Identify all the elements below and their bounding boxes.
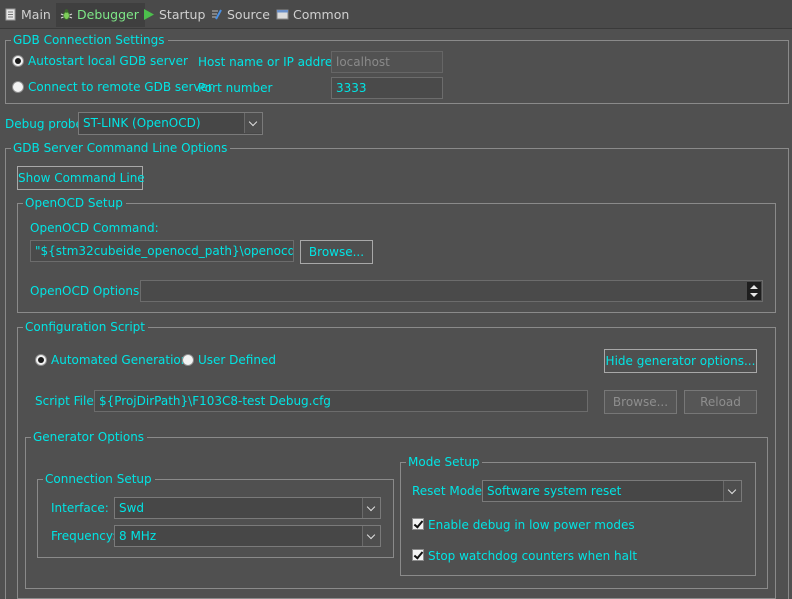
source-icon xyxy=(212,9,222,20)
tab-label: Main xyxy=(21,7,51,22)
spinner-icon[interactable] xyxy=(747,282,761,300)
group-legend: Generator Options xyxy=(31,430,148,444)
tab-label: Debugger xyxy=(77,7,139,22)
low-power-label: Enable debug in low power modes xyxy=(428,518,635,532)
group-legend: Mode Setup xyxy=(406,455,483,469)
document-icon xyxy=(5,8,16,21)
hide-generator-options-button[interactable]: Hide generator options... xyxy=(604,349,757,373)
reset-mode-value: Software system reset xyxy=(487,484,622,498)
host-label: Host name or IP address xyxy=(198,55,345,69)
group-legend: GDB Connection Settings xyxy=(11,33,168,47)
openocd-options-field[interactable] xyxy=(140,280,763,302)
debug-probe-select[interactable]: ST-LINK (OpenOCD) xyxy=(78,112,263,135)
group-legend: Connection Setup xyxy=(43,472,155,486)
openocd-command-label: OpenOCD Command: xyxy=(30,221,159,235)
script-file-label: Script File: xyxy=(35,394,98,408)
reset-mode-label: Reset Mode: xyxy=(412,484,487,498)
bug-icon xyxy=(60,9,73,20)
chevron-down-icon[interactable] xyxy=(362,526,380,546)
group-legend: OpenOCD Setup xyxy=(23,196,126,210)
tab-debugger[interactable]: Debugger xyxy=(56,3,145,27)
frequency-label: Frequency: xyxy=(51,529,117,543)
script-file-field[interactable]: ${ProjDirPath}\F103C8-test Debug.cfg xyxy=(94,390,588,412)
autostart-label: Autostart local GDB server xyxy=(28,54,188,68)
tab-common[interactable]: Common xyxy=(276,4,349,26)
low-power-checkbox[interactable] xyxy=(412,518,424,530)
tab-label: Common xyxy=(293,7,350,22)
tab-label: Startup xyxy=(159,7,206,22)
user-defined-radio[interactable] xyxy=(182,354,194,366)
tab-main[interactable]: Main xyxy=(4,4,51,26)
reload-button[interactable]: Reload xyxy=(684,390,757,414)
chevron-down-icon[interactable] xyxy=(362,498,380,518)
openocd-browse-button[interactable]: Browse... xyxy=(300,240,373,264)
script-browse-button[interactable]: Browse... xyxy=(604,390,677,414)
connect-remote-label: Connect to remote GDB server xyxy=(28,80,213,94)
connect-remote-radio[interactable] xyxy=(12,81,24,93)
tab-label: Source xyxy=(227,7,270,22)
host-field[interactable]: localhost xyxy=(331,51,443,73)
play-icon xyxy=(144,9,154,20)
autostart-radio[interactable] xyxy=(12,55,24,67)
user-defined-label: User Defined xyxy=(198,353,276,367)
group-legend: Configuration Script xyxy=(23,320,148,334)
openocd-options-label: OpenOCD Options : xyxy=(30,284,148,298)
debug-probe-label: Debug probe xyxy=(5,117,83,131)
port-field[interactable]: 3333 xyxy=(331,77,443,99)
debug-probe-value: ST-LINK (OpenOCD) xyxy=(83,116,201,130)
watchdog-label: Stop watchdog counters when halt xyxy=(428,549,638,563)
show-command-line-button[interactable]: Show Command Line xyxy=(17,166,145,190)
common-icon xyxy=(276,9,289,20)
chevron-down-icon[interactable] xyxy=(244,113,262,133)
frequency-value: 8 MHz xyxy=(119,529,157,543)
tab-startup[interactable]: Startup xyxy=(142,4,205,26)
reset-mode-select[interactable]: Software system reset xyxy=(482,480,742,502)
chevron-down-icon[interactable] xyxy=(723,481,741,501)
port-label: Port number xyxy=(198,81,273,95)
frequency-select[interactable]: 8 MHz xyxy=(114,525,381,547)
automated-generation-radio[interactable] xyxy=(35,354,47,366)
interface-select[interactable]: Swd xyxy=(114,497,381,519)
interface-label: Interface: xyxy=(51,501,109,515)
interface-value: Swd xyxy=(119,501,145,515)
tab-source[interactable]: Source xyxy=(210,4,270,26)
watchdog-checkbox[interactable] xyxy=(412,549,424,561)
tab-bar: Main Debugger Startup Source Common xyxy=(0,0,792,30)
group-legend: GDB Server Command Line Options xyxy=(11,141,231,155)
openocd-command-field[interactable]: "${stm32cubeide_openocd_path}\openocd.ex… xyxy=(30,240,294,262)
automated-generation-label: Automated Generation xyxy=(51,353,189,367)
